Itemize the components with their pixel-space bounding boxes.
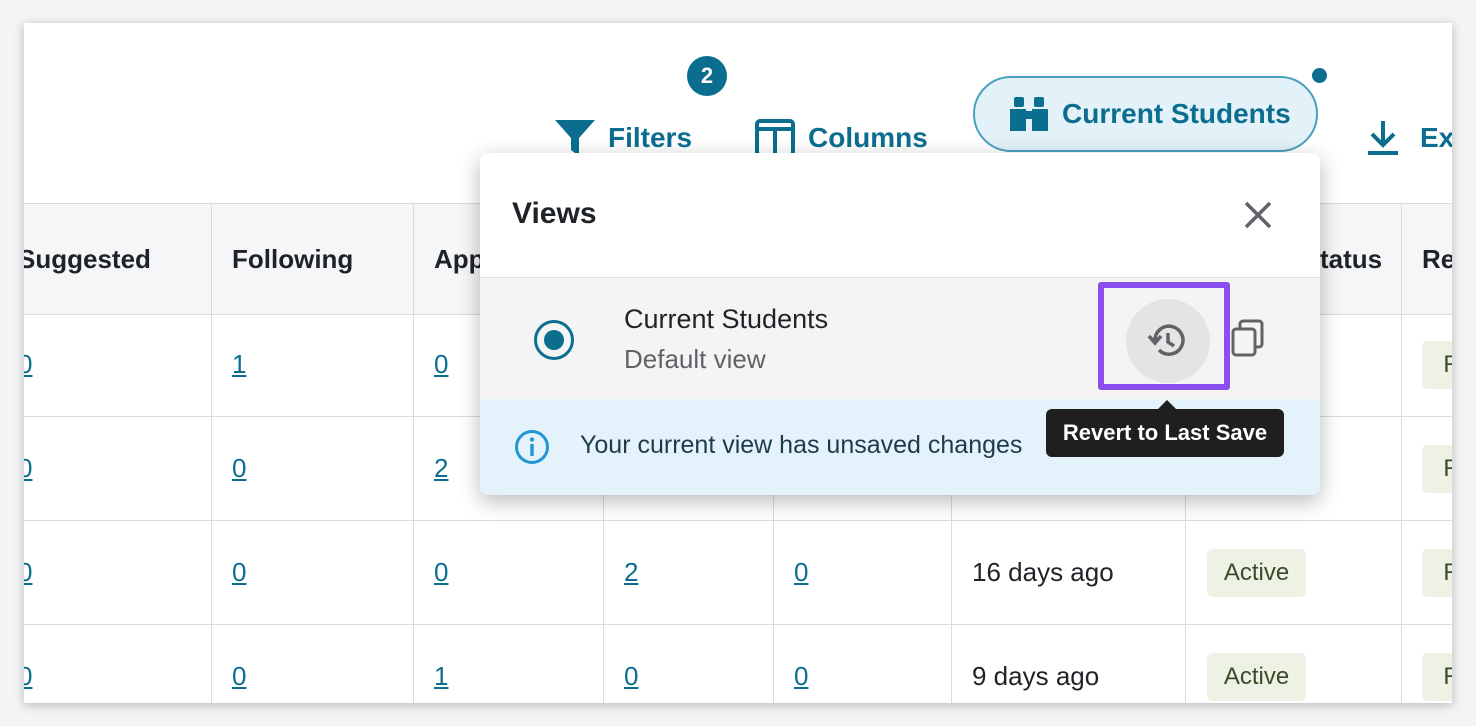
column-header-suggested[interactable]: Suggested [24,204,151,314]
revert-button[interactable] [1126,299,1210,383]
export-label: Ex [1420,122,1452,153]
app-window: Filters 2 Columns Current Students Ex Su… [24,23,1452,703]
binoculars-icon [1010,97,1048,131]
count-link[interactable]: 2 [624,557,638,588]
suggested-count-link[interactable]: 0 [24,557,32,588]
revert-highlight-box [1098,282,1230,390]
applied-count-link[interactable]: 2 [434,453,448,484]
following-count-link[interactable]: 0 [232,557,246,588]
filters-label: Filters [608,122,693,153]
view-radio-selected[interactable] [534,320,574,360]
row-divider [24,520,1452,521]
r-chip: R [1422,653,1452,701]
column-header-applied[interactable]: App [434,204,485,314]
current-view-button[interactable]: Current Students [973,76,1318,152]
suggested-count-link[interactable]: 0 [24,349,32,380]
view-subtitle: Default view [624,344,766,374]
column-header-following[interactable]: Following [232,204,353,314]
following-count-link[interactable]: 1 [232,349,246,380]
column-divider [211,203,212,703]
following-count-link[interactable]: 0 [232,453,246,484]
copy-icon[interactable] [1228,318,1268,358]
view-option-current-students[interactable]: Current Students Default view [480,277,1320,400]
r-chip: R [1422,445,1452,493]
columns-button[interactable]: Columns [755,118,928,158]
columns-icon [755,119,795,157]
export-button[interactable]: Ex [1366,118,1452,158]
current-view-label: Current Students [1062,98,1291,129]
count-link[interactable]: 0 [624,661,638,692]
view-name: Current Students [624,304,829,334]
popover-title: Views [512,197,597,230]
r-chip: R [1422,341,1452,389]
last-active-text: 9 days ago [972,661,1100,691]
filters-count-badge: 2 [687,56,727,96]
applied-count-link[interactable]: 0 [434,557,448,588]
applied-count-link[interactable]: 1 [434,661,448,692]
applied-count-link[interactable]: 0 [434,349,448,380]
status-badge: Active [1207,549,1306,597]
r-chip: R [1422,549,1452,597]
views-popover: Views Current Students Default view Your… [480,153,1320,495]
last-active-text: 16 days ago [972,557,1114,587]
count-link[interactable]: 0 [794,661,808,692]
suggested-count-link[interactable]: 0 [24,453,32,484]
revert-tooltip: Revert to Last Save [1046,400,1284,457]
filter-icon [555,120,595,156]
filters-button[interactable]: Filters [554,118,692,158]
columns-label: Columns [808,122,928,153]
count-link[interactable]: 0 [794,557,808,588]
unsaved-indicator-dot [1312,68,1327,83]
history-icon [1147,324,1185,356]
column-header-status[interactable]: tatus [1320,204,1382,314]
info-icon [515,430,549,464]
status-badge: Active [1207,653,1306,701]
column-divider [413,203,414,703]
row-divider [24,624,1452,625]
column-header-r[interactable]: Re [1422,204,1452,314]
suggested-count-link[interactable]: 0 [24,661,32,692]
close-icon[interactable] [1240,197,1276,233]
unsaved-changes-text: Your current view has unsaved changes [580,431,1023,459]
column-divider [1401,203,1402,703]
following-count-link[interactable]: 0 [232,661,246,692]
download-icon [1368,121,1398,155]
